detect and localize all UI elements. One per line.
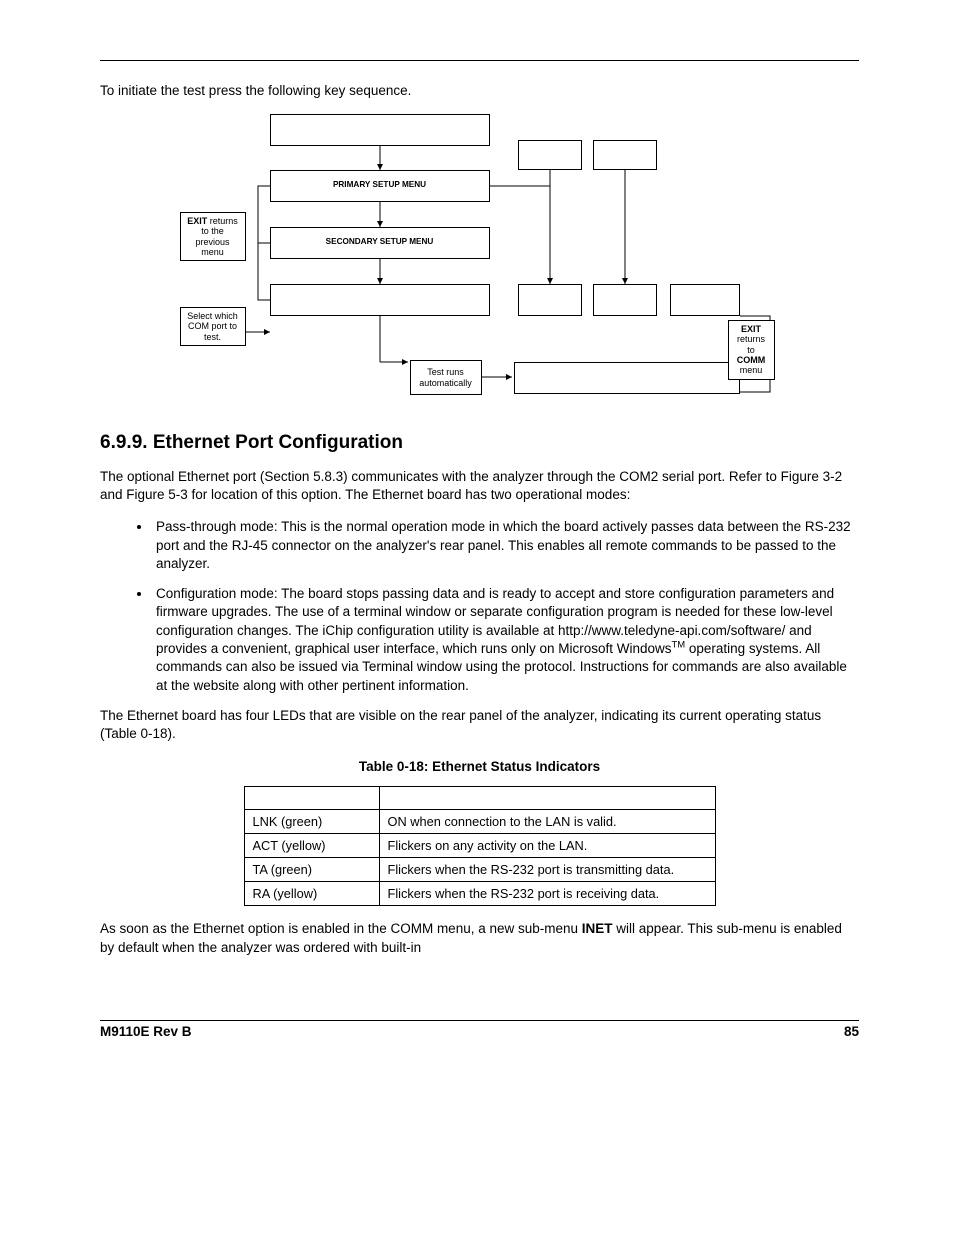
led-cell: ACT (yellow) [244,834,379,858]
note-exit-comm: EXIT returns to COMM menu [728,320,775,380]
note-exit-prev: EXIT returns to the previous menu [180,212,246,261]
para-3: As soon as the Ethernet option is enable… [100,920,859,956]
ethernet-status-table: LNK (green) ON when connection to the LA… [244,786,716,906]
menu-box [670,284,740,316]
intro-text: To initiate the test press the following… [100,83,859,98]
fn-cell: Flickers on any activity on the LAN. [379,834,715,858]
table-caption: Table 0-18: Ethernet Status Indicators [100,759,859,774]
fn-cell: ON when connection to the LAN is valid. [379,810,715,834]
table-header-led [244,787,379,810]
menu-box [593,284,657,316]
secondary-label: SECONDARY SETUP MENU [315,237,445,246]
header-rule [100,60,859,61]
para-1: The optional Ethernet port (Section 5.8.… [100,468,859,504]
page-footer: M9110E Rev B 85 [100,1020,859,1039]
page: To initiate the test press the following… [0,0,954,1235]
footer-rule [100,1020,859,1021]
para-2: The Ethernet board has four LEDs that ar… [100,707,859,743]
list-item: Pass-through mode: This is the normal op… [152,518,859,573]
modes-list: Pass-through mode: This is the normal op… [100,518,859,694]
fn-cell: Flickers when the RS-232 port is transmi… [379,858,715,882]
table-header-row [244,787,715,810]
test-runs-label: Test runs automatically [415,367,477,389]
menu-box [514,362,740,394]
menu-box [518,284,582,316]
menu-box [518,140,582,170]
menu-box [593,140,657,170]
primary-label: PRIMARY SETUP MENU [315,180,445,189]
footer-page-number: 85 [844,1024,859,1039]
fn-cell: Flickers when the RS-232 port is receivi… [379,882,715,906]
footer-doc-id: M9110E Rev B [100,1024,192,1039]
table-row: RA (yellow) Flickers when the RS-232 por… [244,882,715,906]
menu-box [270,284,490,316]
section-heading: 6.9.9. Ethernet Port Configuration [100,432,859,454]
key-sequence-diagram: PRIMARY SETUP MENU SECONDARY SETUP MENU … [180,112,780,412]
note-select-com: Select which COM port to test. [180,307,246,346]
table-row: LNK (green) ON when connection to the LA… [244,810,715,834]
table-row: ACT (yellow) Flickers on any activity on… [244,834,715,858]
led-cell: LNK (green) [244,810,379,834]
table-row: TA (green) Flickers when the RS-232 port… [244,858,715,882]
list-item: Configuration mode: The board stops pass… [152,585,859,695]
led-cell: RA (yellow) [244,882,379,906]
menu-box [270,114,490,146]
led-cell: TA (green) [244,858,379,882]
test-runs-box: Test runs automatically [410,360,482,395]
table-header-fn [379,787,715,810]
